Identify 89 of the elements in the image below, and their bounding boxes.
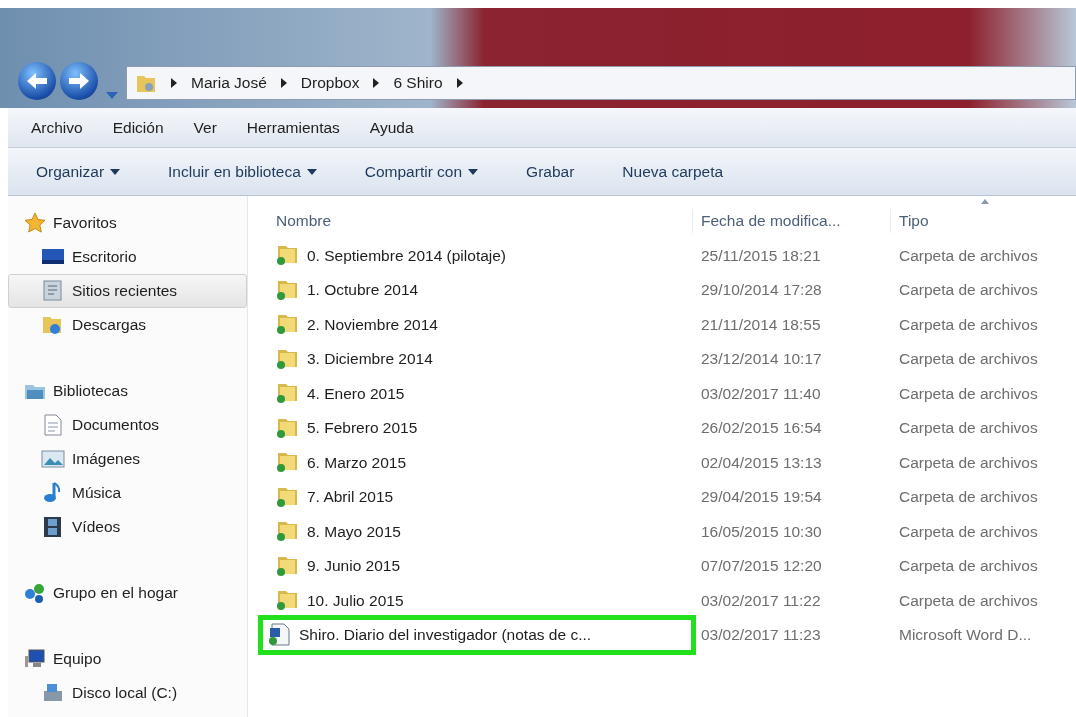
- word-document-icon: [268, 622, 292, 647]
- date-cell-text: 03/02/2017 11:23: [700, 625, 822, 646]
- sidebar-item[interactable]: Bibliotecas: [8, 374, 247, 408]
- file-name[interactable]: 4. Enero 2015: [276, 381, 692, 406]
- breadcrumb-item[interactable]: Dropbox: [300, 71, 360, 95]
- toolbar-button[interactable]: Compartir con: [358, 158, 485, 185]
- date-cell-text: 07/07/2015 12:20: [700, 556, 823, 577]
- type-cell-text: Carpeta de archivos: [898, 418, 1038, 439]
- type-cell-text: Carpeta de archivos: [898, 280, 1038, 301]
- file-name[interactable]: Shiro. Diario del investigador (notas de c...: [262, 618, 692, 651]
- folder-icon: [276, 312, 300, 337]
- folder-icon: [276, 588, 300, 613]
- toolbar-button[interactable]: Grabar: [520, 158, 581, 185]
- type-cell-text: Carpeta de archivos: [898, 452, 1038, 473]
- date-cell-text: 25/11/2015 18:21: [700, 245, 822, 266]
- date-cell-text: 26/02/2015 16:54: [700, 418, 823, 439]
- folder-icon: [276, 243, 300, 268]
- folder-icon: [276, 519, 300, 544]
- date-cell-text: 29/04/2015 19:54: [700, 487, 823, 508]
- date-cell-text: 23/12/2014 10:17: [700, 349, 823, 370]
- type-cell-text: Carpeta de archivos: [898, 314, 1038, 335]
- sidebar-item[interactable]: Descargas: [8, 308, 247, 342]
- file-name[interactable]: 5. Febrero 2015: [276, 415, 692, 440]
- address-bar[interactable]: Maria José Dropbox 6 Shiro: [126, 66, 1076, 100]
- sidebar-item[interactable]: Escritorio: [8, 240, 247, 274]
- sidebar-item[interactable]: Documentos: [8, 408, 247, 442]
- file-name[interactable]: 1. Octubre 2014: [276, 277, 692, 302]
- column-header[interactable]: Fecha de modifica...: [692, 209, 890, 233]
- network-icon: [24, 582, 46, 604]
- type-cell-text: Carpeta de archivos: [898, 383, 1038, 404]
- date-cell-text: 03/02/2017 11:40: [700, 383, 822, 404]
- chevron-icon[interactable]: [456, 78, 463, 88]
- file-name[interactable]: 9. Junio 2015: [276, 553, 692, 578]
- file-name[interactable]: 6. Marzo 2015: [276, 450, 692, 475]
- folder-icon: [276, 381, 300, 406]
- folder-icon: [276, 450, 300, 475]
- sidebar-item[interactable]: Favoritos: [8, 206, 247, 240]
- file-name[interactable]: 7. Abril 2015: [276, 484, 692, 509]
- star-icon: [24, 212, 46, 234]
- sidebar-item[interactable]: Disco local (C:): [8, 676, 247, 710]
- document-icon: [41, 413, 65, 437]
- menu-item[interactable]: Herramientas: [246, 115, 340, 140]
- chevron-icon[interactable]: [373, 78, 380, 88]
- right-arrow-icon: [68, 72, 90, 90]
- menu-item[interactable]: Edición: [112, 115, 164, 140]
- type-cell-text: Carpeta de archivos: [898, 590, 1038, 611]
- forward-button[interactable]: [60, 62, 98, 100]
- chevron-icon[interactable]: [280, 78, 287, 88]
- breadcrumb-item[interactable]: 6 Shiro: [393, 71, 443, 95]
- type-cell-text: Carpeta de archivos: [898, 487, 1038, 508]
- type-cell-text: Carpeta de archivos: [898, 556, 1038, 577]
- back-button[interactable]: [18, 62, 56, 100]
- caret-icon: [468, 168, 479, 175]
- breadcrumb-item[interactable]: Maria José: [191, 71, 267, 95]
- sidebar-item[interactable]: Grupo en el hogar: [8, 576, 247, 610]
- computer-icon: [24, 648, 46, 670]
- file-name[interactable]: 10. Julio 2015: [276, 588, 692, 613]
- sidebar-item[interactable]: Imágenes: [8, 442, 247, 476]
- type-cell-text: Carpeta de archivos: [898, 349, 1038, 370]
- file-name[interactable]: 2. Noviembre 2014: [276, 312, 692, 337]
- sort-indicator-icon: [981, 199, 989, 205]
- file-name[interactable]: 0. Septiembre 2014 (pilotaje): [276, 243, 692, 268]
- date-cell-text: 16/05/2015 10:30: [700, 521, 823, 542]
- toolbar-button[interactable]: Incluir en biblioteca: [162, 158, 323, 185]
- column-header[interactable]: Tipo: [890, 209, 929, 233]
- type-cell-text: Carpeta de archivos: [898, 521, 1038, 542]
- type-cell-text: Carpeta de archivos: [898, 245, 1038, 266]
- image-icon: [41, 447, 65, 471]
- date-cell-text: 02/04/2015 13:13: [700, 452, 823, 473]
- caret-icon: [110, 168, 121, 175]
- toolbar-button[interactable]: Nueva carpeta: [616, 158, 730, 185]
- sidebar-item[interactable]: Vídeos: [8, 510, 247, 544]
- chevron-icon[interactable]: [171, 78, 177, 88]
- type-cell-text: Microsoft Word D...: [898, 625, 1032, 646]
- menu-item[interactable]: Ver: [193, 115, 217, 140]
- sidebar-item[interactable]: Equipo: [8, 642, 247, 676]
- date-cell-text: 03/02/2017 11:22: [700, 590, 822, 611]
- left-arrow-icon: [26, 72, 48, 90]
- date-cell-text: 21/11/2014 18:55: [700, 314, 822, 335]
- file-name[interactable]: 8. Mayo 2015: [276, 519, 692, 544]
- date-cell-text: 29/10/2014 17:28: [700, 280, 823, 301]
- toolbar-button[interactable]: Organizar: [30, 158, 127, 185]
- column-header[interactable]: Nombre: [268, 209, 692, 233]
- caret-icon: [306, 168, 317, 175]
- menu-item[interactable]: Archivo: [31, 115, 83, 140]
- menu-item[interactable]: Ayuda: [369, 115, 414, 140]
- file-name[interactable]: 3. Diciembre 2014: [276, 346, 692, 371]
- sidebar-item[interactable]: Sitios recientes: [8, 274, 247, 308]
- sidebar-item[interactable]: Música: [8, 476, 247, 510]
